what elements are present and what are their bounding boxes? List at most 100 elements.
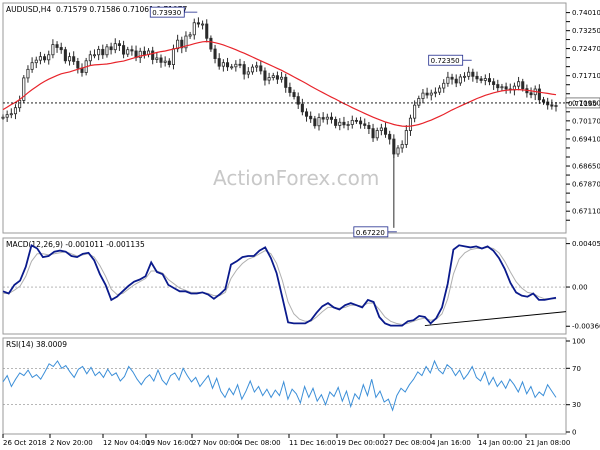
price-candle-body [209, 37, 213, 50]
price-candle-body [379, 127, 383, 131]
price-candle-body [450, 76, 454, 80]
price-candle-body [30, 62, 34, 70]
time-tick-label: 19 Dec 00:00 [337, 439, 384, 447]
price-candle-body [354, 119, 358, 122]
price-candle-body [479, 78, 483, 81]
macd-tick-label: 0.004055 [572, 240, 600, 248]
price-candle-body [492, 81, 496, 85]
price-candle-body [88, 54, 92, 62]
price-tick-label: 0.74010 [572, 9, 600, 17]
price-candle-body [371, 128, 375, 139]
price-candle-body [288, 87, 292, 93]
price-candle-body [234, 63, 238, 68]
price-candle-body [504, 86, 508, 90]
price-candle-body [433, 91, 437, 94]
rsi-tick-label: 100 [572, 338, 585, 346]
price-candle-body [325, 116, 329, 120]
price-candle-body [429, 92, 433, 96]
price-candle-body [454, 78, 458, 84]
price-candle-body [67, 56, 72, 62]
price-candle-body [221, 62, 225, 67]
price-candle-body [201, 23, 205, 26]
price-candle-body [541, 99, 546, 103]
price-candle-body [1, 116, 5, 119]
price-candle-body [400, 144, 404, 149]
price-candle-body [55, 44, 59, 48]
price-candle-body [275, 75, 279, 80]
price-candle-body [421, 92, 425, 99]
price-candle-body [404, 130, 408, 145]
price-candle-body [517, 81, 521, 87]
swing-annotation-label: 0.73930 [152, 9, 181, 17]
price-candle-body [101, 48, 105, 56]
price-candle-body [313, 118, 317, 127]
price-tick-label: 0.71710 [572, 72, 600, 80]
price-candle-body [126, 49, 130, 55]
price-candle-body [97, 48, 101, 56]
price-candle-body [367, 125, 371, 130]
price-candle-body [196, 22, 200, 25]
price-candle-body [462, 75, 467, 78]
price-candle-body [117, 43, 121, 46]
price-candle-body [9, 113, 13, 116]
price-tick-label: 0.67110 [572, 208, 600, 216]
price-candle-body [13, 107, 18, 115]
price-candle-body [329, 116, 334, 120]
rsi-tick-label: 0 [572, 429, 576, 437]
price-candle-body [521, 81, 525, 90]
price-candle-body [334, 119, 338, 126]
price-candle-body [72, 56, 76, 62]
price-candle-body [217, 58, 221, 67]
swing-annotation-label: 0.67220 [356, 229, 385, 237]
price-candle-body [167, 60, 171, 65]
price-candle-body [413, 104, 417, 119]
price-tick-label: 0.68650 [572, 163, 600, 171]
price-candle-body [425, 92, 429, 96]
price-candle-body [163, 60, 167, 63]
time-tick-label: 21 Jan 08:00 [526, 439, 570, 447]
price-candle-body [59, 47, 63, 51]
price-candle-body [92, 54, 97, 57]
time-tick-label: 4 Dec 08:00 [238, 439, 281, 447]
price-candle-body [255, 65, 259, 68]
price-candle-body [442, 82, 446, 89]
time-tick-label: 27 Dec 08:00 [384, 439, 431, 447]
price-candle-body [309, 115, 313, 120]
time-tick-label: 11 Dec 16:00 [289, 439, 336, 447]
price-candle-body [246, 71, 250, 75]
price-candle-body [109, 46, 113, 51]
price-header-symbol: AUDUSD,H4 [6, 5, 51, 14]
price-candle-body [122, 45, 126, 55]
price-candle-body [467, 71, 471, 77]
price-candle-body [76, 61, 80, 69]
price-candle-body [284, 76, 288, 88]
price-candle-body [171, 48, 176, 65]
price-candle-body [363, 123, 367, 126]
price-candle-body [475, 75, 479, 80]
price-candle-body [396, 147, 400, 155]
price-candle-body [113, 43, 117, 51]
price-candle-body [263, 70, 267, 81]
price-candle-body [213, 48, 217, 59]
price-tick-label: 0.73250 [572, 27, 600, 35]
price-candle-body [105, 46, 109, 56]
time-tick-label: 27 Nov 00:00 [192, 439, 239, 447]
price-candle-body [155, 57, 159, 60]
macd-tick-label: -0.003662 [572, 323, 600, 331]
price-candle-body [238, 63, 242, 66]
price-candle-body [554, 105, 558, 107]
price-candle-body [550, 104, 554, 107]
price-candle-body [388, 133, 392, 140]
time-tick-label: 14 Jan 00:00 [478, 439, 522, 447]
macd-title: MACD(12,26,9) -0.001011 -0.001135 [6, 240, 145, 249]
rsi-tick-label: 30 [572, 401, 581, 409]
price-candle-body [321, 117, 325, 120]
price-candle-body [338, 121, 342, 126]
price-candle-body [259, 65, 263, 72]
price-candle-body [271, 75, 275, 78]
price-candle-body [346, 124, 350, 126]
price-candle-body [242, 64, 246, 75]
watermark-text: ActionForex.com [213, 166, 379, 190]
price-candle-body [487, 78, 492, 83]
time-tick-label: 4 Jan 16:00 [431, 439, 471, 447]
